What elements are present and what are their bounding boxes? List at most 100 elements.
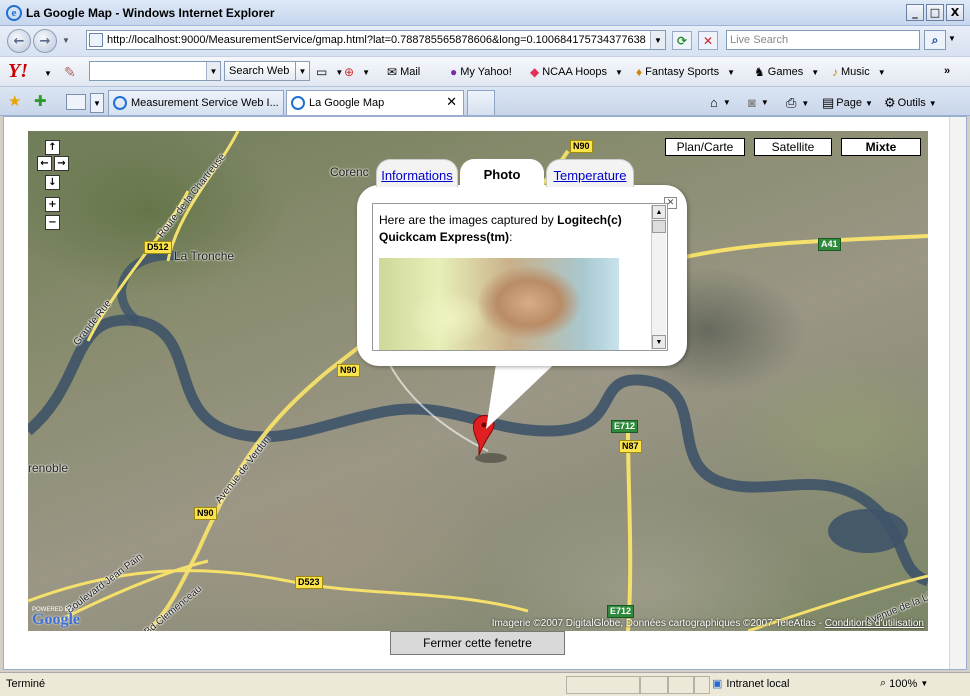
add-favorite-icon[interactable]: ✚	[34, 92, 47, 110]
zoom-in-icon[interactable]: +	[45, 197, 60, 212]
status-panel	[566, 676, 640, 694]
tab-la-google-map[interactable]: La Google Map ✕	[286, 90, 464, 115]
tab-row: ★ ✚ ▼ Measurement Service Web I... La Go…	[0, 86, 970, 116]
games-link[interactable]: ♞ Games ▼	[754, 65, 819, 79]
minimize-button[interactable]: _	[906, 4, 924, 21]
rss-icon: ◙	[748, 95, 756, 110]
new-tab-button[interactable]	[467, 90, 495, 115]
security-zone[interactable]: ▣ Intranet local	[712, 677, 789, 691]
forward-button[interactable]: →	[33, 29, 57, 53]
google-map[interactable]: ↑ ← → ↓ + − Plan/Carte Satellite Mixte N…	[28, 131, 928, 631]
status-panel	[694, 676, 710, 694]
page-icon	[89, 33, 103, 47]
zoom-dropdown-icon[interactable]: ▼	[920, 679, 928, 688]
my-yahoo-link[interactable]: ● My Yahoo!	[450, 65, 512, 79]
map-type-mixte[interactable]: Mixte	[841, 138, 921, 156]
ncaa-icon: ◆	[530, 65, 540, 79]
anti-spy-icon[interactable]: ⊕ ▼	[344, 65, 370, 79]
live-search-input[interactable]: Live Search	[726, 30, 920, 50]
pan-right-icon[interactable]: →	[54, 156, 69, 171]
close-window-page-button[interactable]: Fermer cette fenetre	[390, 631, 565, 655]
road-label: N90	[570, 140, 593, 153]
webcam-photo	[379, 258, 619, 350]
tab-list-dropdown-icon[interactable]: ▼	[90, 93, 104, 113]
yahoo-search-input[interactable]: ▼	[89, 61, 221, 81]
pencil-icon[interactable]: ✎	[64, 64, 76, 81]
info-tab-photo[interactable]: Photo	[460, 159, 544, 187]
status-bar: Terminé ▣ Intranet local ⌕ 100% ▼	[0, 672, 970, 696]
music-link[interactable]: ♪ Music ▼	[832, 65, 886, 79]
page-menu[interactable]: ▤ Page ▼	[822, 95, 873, 111]
zoom-out-icon[interactable]: −	[45, 215, 60, 230]
favorites-star-icon[interactable]: ★	[8, 92, 21, 110]
address-url: http://localhost:9000/MeasurementService…	[107, 34, 646, 46]
zoom-icon: ⌕	[880, 677, 887, 689]
ie-page-icon	[113, 96, 127, 110]
pan-down-icon[interactable]: ↓	[45, 175, 60, 190]
search-web-button[interactable]: Search Web ▼	[224, 61, 310, 81]
ie-page-icon	[291, 96, 305, 110]
address-bar[interactable]: http://localhost:9000/MeasurementService…	[86, 30, 666, 50]
layout-icon[interactable]: ▭ ▼	[316, 65, 343, 79]
home-button[interactable]: ⌂ ▼	[710, 95, 731, 110]
window-title: La Google Map - Windows Internet Explore…	[26, 5, 275, 20]
page-scrollbar[interactable]	[949, 117, 966, 669]
scroll-down-icon[interactable]: ▼	[652, 335, 666, 349]
info-tab-temperature[interactable]: Temperature	[546, 159, 634, 187]
fantasy-sports-link[interactable]: ♦ Fantasy Sports ▼	[636, 65, 735, 79]
tab-measurement-service[interactable]: Measurement Service Web I...	[108, 90, 284, 115]
search-icon[interactable]: ⌕	[924, 30, 946, 50]
history-dropdown-icon[interactable]: ▼	[62, 36, 70, 45]
yahoo-menu-icon[interactable]: ▼	[44, 69, 52, 78]
status-panel	[668, 676, 694, 694]
fantasy-icon: ♦	[636, 65, 643, 79]
road-label: A41	[818, 238, 841, 251]
page-icon: ▤	[822, 95, 835, 110]
scroll-up-icon[interactable]: ▲	[652, 205, 666, 219]
close-window-button[interactable]: X	[946, 4, 964, 21]
road-label: N87	[619, 440, 642, 453]
quick-tabs-icon[interactable]	[66, 94, 86, 110]
terms-of-use-link[interactable]: Conditions d'utilisation	[825, 618, 924, 629]
road-label: D512	[144, 241, 172, 254]
address-dropdown-icon[interactable]: ▼	[650, 31, 665, 49]
map-copyright: Imagerie ©2007 DigitalGlobe, Données car…	[491, 618, 924, 629]
stop-button[interactable]: ✕	[698, 31, 718, 50]
search-options-icon[interactable]: ▼	[948, 34, 956, 43]
ncaa-hoops-link[interactable]: ◆ NCAA Hoops ▼	[530, 65, 623, 79]
tools-menu[interactable]: ⚙ Outils ▼	[884, 95, 937, 111]
yahoo-search-dropdown-icon[interactable]: ▼	[206, 62, 220, 80]
ie-logo-icon: e	[6, 4, 22, 21]
map-type-satellite[interactable]: Satellite	[754, 138, 832, 156]
map-type-plan[interactable]: Plan/Carte	[665, 138, 745, 156]
maximize-button[interactable]: □	[926, 4, 944, 21]
back-button[interactable]: ←	[7, 29, 31, 53]
more-chevron-icon[interactable]: »	[944, 65, 950, 77]
games-icon: ♞	[754, 65, 765, 79]
tab-label: Measurement Service Web I...	[131, 97, 279, 109]
yahoo-toolbar: Y! ▼ ✎ ▼ Search Web ▼ ▭ ▼ ⊕ ▼ ✉ Mail ● My Ya…	[0, 56, 970, 86]
gear-icon: ⚙	[884, 95, 896, 110]
home-icon: ⌂	[710, 95, 718, 110]
refresh-button[interactable]: ⟳	[672, 31, 692, 50]
pan-left-icon[interactable]: ←	[37, 156, 52, 171]
status-text: Terminé	[6, 678, 46, 690]
zoom-level[interactable]: ⌕ 100% ▼	[880, 677, 928, 690]
search-web-dropdown-icon[interactable]: ▼	[295, 62, 309, 80]
yahoo-logo[interactable]: Y!	[8, 60, 28, 83]
info-scrollbar[interactable]: ▲ ▼	[651, 205, 666, 349]
printer-icon: ⎙	[786, 95, 797, 110]
print-button[interactable]: ⎙ ▼	[786, 95, 809, 111]
mail-icon: ✉	[387, 65, 398, 79]
info-tab-informations[interactable]: Informations	[376, 159, 458, 187]
mail-link[interactable]: ✉ Mail	[387, 65, 420, 79]
my-yahoo-icon: ●	[450, 65, 458, 79]
music-icon: ♪	[832, 65, 838, 79]
page-viewport: ↑ ← → ↓ + − Plan/Carte Satellite Mixte N…	[3, 116, 967, 670]
google-logo[interactable]: Google	[32, 611, 80, 629]
feeds-button[interactable]: ◙ ▼	[748, 95, 769, 110]
close-tab-icon[interactable]: ✕	[446, 95, 457, 110]
place-label: Corenc	[330, 165, 369, 179]
scroll-thumb[interactable]	[652, 220, 666, 233]
pan-up-icon[interactable]: ↑	[45, 140, 60, 155]
